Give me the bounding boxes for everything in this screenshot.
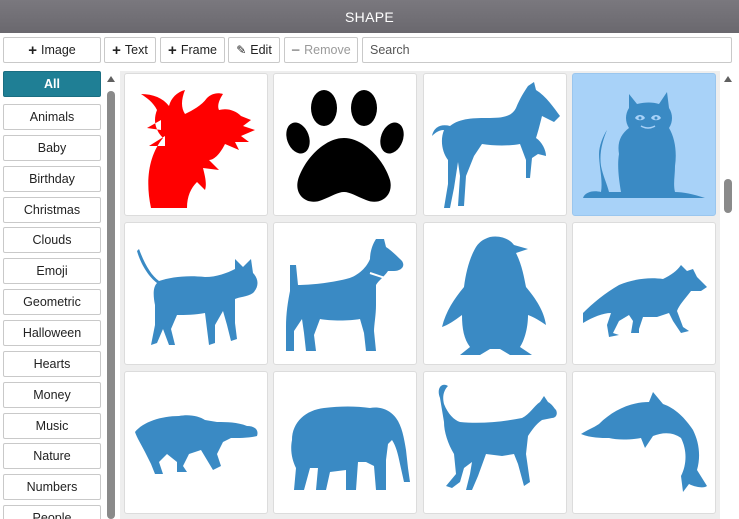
category-birthday[interactable]: Birthday xyxy=(3,166,101,192)
category-all[interactable]: All xyxy=(3,71,101,97)
dolphin-icon xyxy=(581,392,707,492)
plus-icon: + xyxy=(168,41,177,59)
category-hearts[interactable]: Hearts xyxy=(3,351,101,377)
category-money[interactable]: Money xyxy=(3,382,101,408)
add-text-button[interactable]: + Text xyxy=(104,37,156,63)
category-sidebar: All Animals Baby Birthday Christmas Clou… xyxy=(3,71,101,519)
remove-label: Remove xyxy=(304,43,351,57)
scroll-up-arrow-icon[interactable] xyxy=(724,76,732,82)
fox-icon xyxy=(583,265,707,337)
dog-icon xyxy=(286,239,404,351)
shape-tile-horse[interactable] xyxy=(423,73,567,216)
shape-tile-cat-sitting[interactable] xyxy=(572,73,716,216)
add-image-button[interactable]: + Image xyxy=(3,37,101,63)
search-input[interactable] xyxy=(362,37,732,63)
add-frame-button[interactable]: + Frame xyxy=(160,37,225,63)
cat-sitting-icon xyxy=(583,92,705,198)
scrollbar-thumb[interactable] xyxy=(724,179,732,213)
edit-button[interactable]: ✎ Edit xyxy=(228,37,280,63)
category-music[interactable]: Music xyxy=(3,413,101,439)
dragon-icon xyxy=(141,90,255,208)
shape-tile-fox[interactable] xyxy=(572,222,716,365)
category-geometric[interactable]: Geometric xyxy=(3,289,101,315)
paw-icon xyxy=(286,90,404,202)
add-image-label: Image xyxy=(41,43,76,57)
scroll-up-arrow-icon[interactable] xyxy=(107,76,115,82)
category-christmas[interactable]: Christmas xyxy=(3,197,101,223)
category-animals[interactable]: Animals xyxy=(3,104,101,130)
shape-tile-dragon[interactable] xyxy=(124,73,268,216)
category-halloween[interactable]: Halloween xyxy=(3,320,101,346)
shape-tile-dolphin[interactable] xyxy=(572,371,716,514)
grid-scrollbar[interactable] xyxy=(720,71,736,519)
scrollbar-thumb[interactable] xyxy=(107,91,115,519)
edit-icon: ✎ xyxy=(236,43,247,57)
category-clouds[interactable]: Clouds xyxy=(3,227,101,253)
penguin-icon xyxy=(442,236,546,355)
elephant-icon xyxy=(291,406,410,490)
category-emoji[interactable]: Emoji xyxy=(3,258,101,284)
add-frame-label: Frame xyxy=(180,43,217,57)
shape-tile-crocodile[interactable] xyxy=(124,371,268,514)
minus-icon: − xyxy=(291,41,301,59)
sidebar-scrollbar[interactable] xyxy=(104,73,118,519)
shape-grid xyxy=(120,71,720,519)
category-numbers[interactable]: Numbers xyxy=(3,474,101,500)
shape-tile-elephant[interactable] xyxy=(273,371,417,514)
category-nature[interactable]: Nature xyxy=(3,443,101,469)
shape-tile-greyhound[interactable] xyxy=(423,371,567,514)
horse-icon xyxy=(432,82,560,208)
edit-label: Edit xyxy=(250,43,272,57)
plus-icon: + xyxy=(112,41,121,59)
shape-tile-penguin[interactable] xyxy=(423,222,567,365)
greyhound-icon xyxy=(438,384,557,490)
add-text-label: Text xyxy=(124,43,148,57)
shape-tile-dog[interactable] xyxy=(273,222,417,365)
remove-button[interactable]: − Remove xyxy=(284,37,358,63)
window-title: SHAPE xyxy=(0,0,739,33)
category-baby[interactable]: Baby xyxy=(3,135,101,161)
shape-tile-cat-walking[interactable] xyxy=(124,222,268,365)
plus-icon: + xyxy=(28,41,37,59)
crocodile-icon xyxy=(135,415,258,474)
category-people[interactable]: People xyxy=(3,505,101,519)
shape-tile-paw[interactable] xyxy=(273,73,417,216)
cat-walking-icon xyxy=(137,249,258,345)
toolbar: + Image + Text + Frame ✎ Edit − Remove xyxy=(0,33,739,69)
